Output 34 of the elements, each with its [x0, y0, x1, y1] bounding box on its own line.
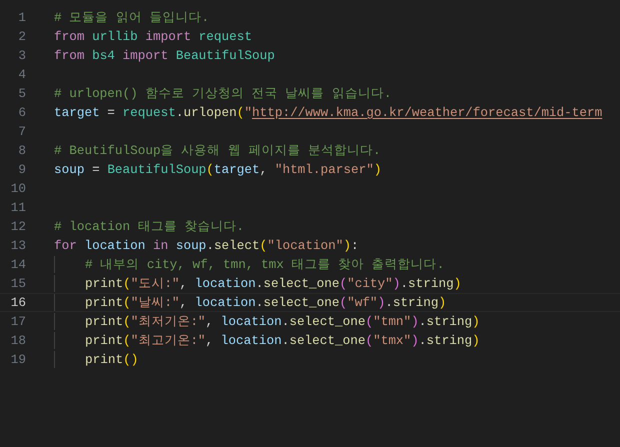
code-line: # urlopen() 함수로 기상청의 전국 날씨를 읽습니다. — [54, 85, 392, 102]
line-number: 11 — [10, 200, 26, 215]
code-line: from urllib import request — [54, 29, 252, 44]
line-number: 13 — [10, 238, 26, 253]
code-line: # BeutifulSoup을 사용해 웹 페이지를 분석합니다. — [54, 142, 381, 159]
code-line: soup = BeautifulSoup(target, "html.parser") — [54, 162, 382, 177]
code-line: target = request.urlopen("http://www.kma.go.kr/weather/forecast/mid-term — [54, 105, 602, 120]
line-number: 8 — [17, 143, 26, 158]
line-number: 14 — [10, 257, 26, 272]
code-line: print("최저기온:", location.select_one("tmn").string) — [85, 313, 480, 330]
line-number: 1 — [17, 10, 26, 25]
line-number: 15 — [10, 276, 26, 291]
code-line: # 모듈을 읽어 들입니다. — [54, 9, 210, 26]
line-number: 16 — [10, 295, 26, 310]
line-number: 2 — [17, 29, 26, 44]
line-number: 18 — [10, 333, 26, 348]
line-number: 10 — [10, 181, 26, 196]
line-number: 3 — [17, 48, 26, 63]
line-number: 9 — [17, 162, 26, 177]
line-number: 12 — [10, 219, 26, 234]
code-line: print("도시:", location.select_one("city").string) — [85, 275, 462, 292]
code-line: # 내부의 city, wf, tmn, tmx 태그를 찾아 출력합니다. — [85, 256, 444, 273]
code-line: print() — [85, 352, 138, 367]
line-number: 7 — [17, 124, 26, 139]
line-number: 17 — [10, 314, 26, 329]
code-line: print("날씨:", location.select_one("wf").string) — [85, 294, 446, 311]
code-line: print("최고기온:", location.select_one("tmx").string) — [85, 332, 480, 349]
line-number: 19 — [10, 352, 26, 367]
line-number: 5 — [17, 86, 26, 101]
line-number: 6 — [17, 105, 26, 120]
code-line: for location in soup.select("location"): — [54, 238, 359, 253]
code-line: from bs4 import BeautifulSoup — [54, 48, 275, 63]
line-number: 4 — [17, 67, 26, 82]
code-line: # location 태그를 찾습니다. — [54, 218, 244, 235]
